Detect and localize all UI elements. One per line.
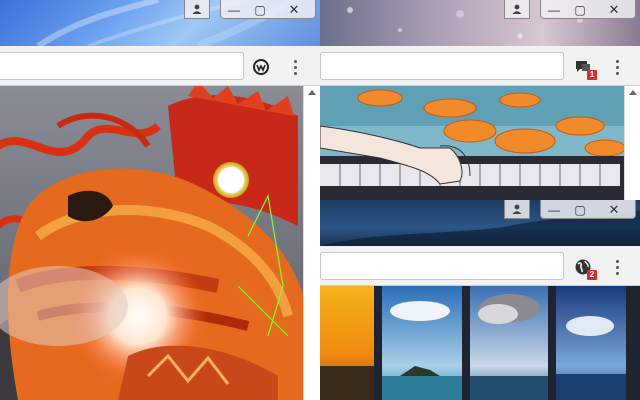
menu-dot — [615, 271, 619, 275]
profile-button[interactable] — [504, 200, 530, 219]
extension-button[interactable]: 1 — [572, 56, 597, 80]
page-content — [0, 86, 320, 400]
close-button[interactable]: ✕ — [273, 0, 315, 20]
seascape-gallery — [320, 286, 626, 400]
page-content — [320, 286, 640, 400]
address-bar[interactable] — [0, 52, 244, 80]
title-bar[interactable]: — ▢ ✕ — [320, 0, 640, 46]
menu-button[interactable] — [610, 56, 624, 78]
minimize-button[interactable]: — — [541, 0, 567, 20]
koi-piano-image — [320, 86, 640, 200]
maximize-button[interactable]: ▢ — [247, 0, 273, 20]
profile-button[interactable] — [184, 0, 210, 19]
menu-dot — [615, 259, 619, 263]
page-content — [320, 86, 640, 200]
title-bar[interactable]: — ▢ ✕ — [320, 200, 640, 246]
scroll-up-arrow[interactable] — [308, 90, 316, 95]
extension-button[interactable]: 2 — [572, 256, 597, 280]
close-button[interactable]: ✕ — [593, 200, 635, 220]
menu-dot — [293, 59, 297, 63]
toolbar: 2 — [320, 246, 640, 286]
person-icon — [192, 4, 202, 14]
scrollbar[interactable] — [624, 86, 640, 200]
extension-button[interactable] — [250, 56, 272, 78]
maximize-button[interactable]: ▢ — [567, 200, 593, 220]
browser-window-koi: — ▢ ✕ 1 — [320, 0, 640, 200]
menu-dot — [615, 71, 619, 75]
address-bar[interactable] — [320, 252, 564, 280]
browser-window-dragon: — ▢ ✕ — [0, 0, 320, 400]
dragon-lantern-image — [0, 86, 320, 400]
profile-button[interactable] — [504, 0, 530, 19]
notification-badge: 2 — [587, 270, 597, 280]
menu-button[interactable] — [610, 256, 624, 278]
toolbar — [0, 46, 320, 86]
title-bar[interactable]: — ▢ ✕ — [0, 0, 320, 46]
close-button[interactable]: ✕ — [593, 0, 635, 20]
menu-dot — [293, 65, 297, 69]
toolbar: 1 — [320, 46, 640, 86]
browser-window-sea: — ▢ ✕ 2 — [320, 200, 640, 400]
menu-button[interactable] — [288, 56, 302, 78]
menu-dot — [615, 65, 619, 69]
scrollbar[interactable] — [303, 86, 320, 400]
workplace-icon — [253, 59, 269, 75]
menu-dot — [293, 71, 297, 75]
person-icon — [512, 204, 522, 214]
maximize-button[interactable]: ▢ — [567, 0, 593, 20]
minimize-button[interactable]: — — [541, 200, 567, 220]
notification-badge: 1 — [587, 70, 597, 80]
person-icon — [512, 4, 522, 14]
address-bar[interactable] — [320, 52, 564, 80]
menu-dot — [615, 59, 619, 63]
minimize-button[interactable]: — — [221, 0, 247, 20]
menu-dot — [615, 265, 619, 269]
scroll-up-arrow[interactable] — [629, 90, 637, 95]
